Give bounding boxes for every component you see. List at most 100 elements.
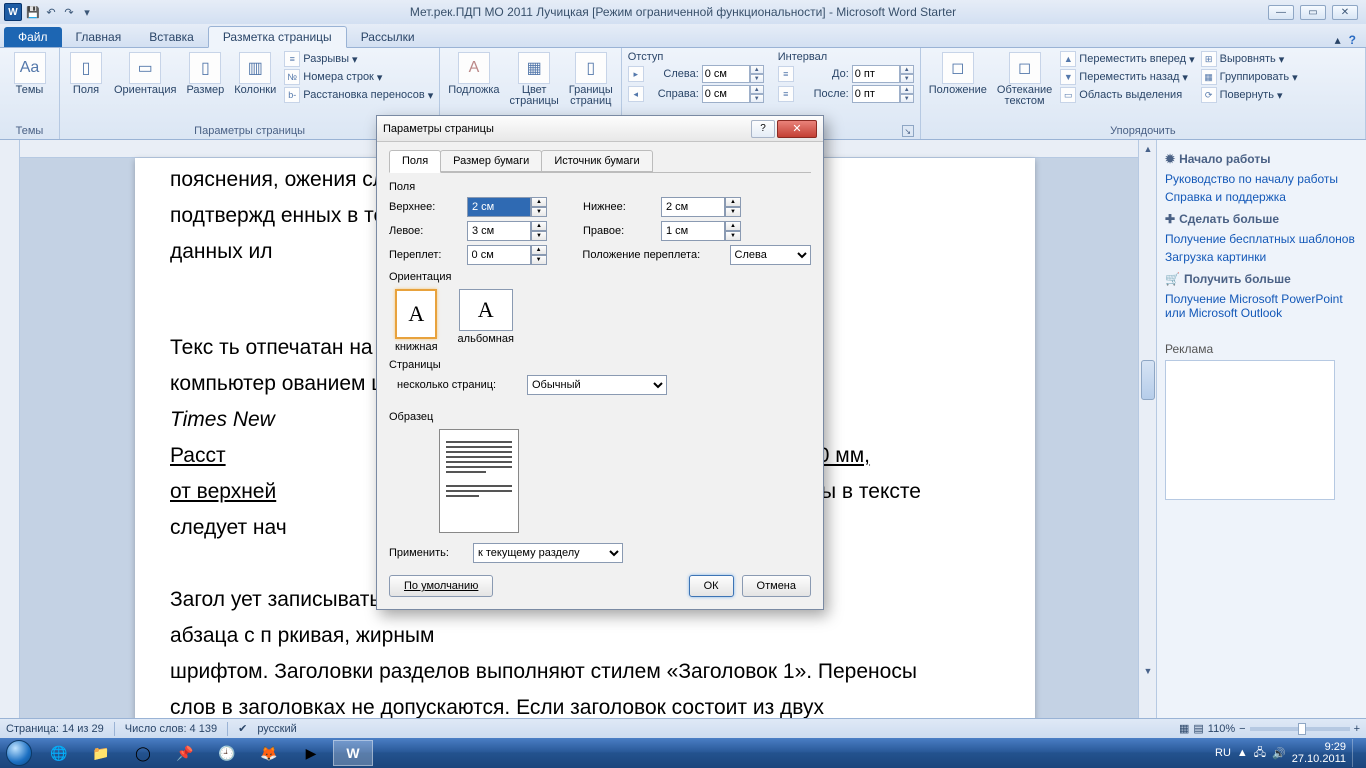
tray-clock[interactable]: 9:2927.10.2011 (1292, 741, 1346, 765)
rotate-button[interactable]: ⟳Повернуть ▾ (1201, 86, 1298, 104)
tab-mailings[interactable]: Рассылки (347, 27, 429, 47)
tab-home[interactable]: Главная (62, 27, 136, 47)
scroll-down-icon[interactable]: ▼ (1139, 662, 1157, 680)
down-icon[interactable]: ▼ (900, 74, 914, 83)
sp-link-office[interactable]: Получение Microsoft PowerPoint или Micro… (1165, 290, 1358, 322)
dialog-help-button[interactable]: ? (751, 120, 775, 138)
cancel-button[interactable]: Отмена (742, 575, 811, 597)
select-apply[interactable]: к текущему разделу (473, 543, 623, 563)
down-icon[interactable]: ▼ (531, 207, 547, 217)
watermark-button[interactable]: AПодложка (446, 50, 501, 98)
position-button[interactable]: ◻Положение (927, 50, 989, 98)
tb-explorer-icon[interactable]: 📁 (81, 740, 121, 766)
indent-right-input[interactable] (702, 85, 750, 103)
line-numbers-button[interactable]: №Номера строк ▾ (284, 68, 433, 86)
tb-firefox-icon[interactable]: 🦊 (249, 740, 289, 766)
save-icon[interactable]: 💾 (26, 5, 40, 19)
up-icon[interactable]: ▲ (750, 65, 764, 74)
wrap-button[interactable]: ◻Обтекание текстом (995, 50, 1054, 109)
close-window-button[interactable]: ✕ (1332, 5, 1358, 20)
up-icon[interactable]: ▲ (531, 245, 547, 255)
down-icon[interactable]: ▼ (750, 74, 764, 83)
default-button[interactable]: По умолчанию (389, 575, 493, 597)
up-icon[interactable]: ▲ (900, 65, 914, 74)
tb-app1-icon[interactable]: ◯ (123, 740, 163, 766)
orient-landscape[interactable]: Aальбомная (458, 289, 514, 353)
orient-portrait[interactable]: Aкнижная (395, 289, 438, 353)
tray-volume-icon[interactable]: 🔊 (1272, 747, 1286, 760)
tray-lang[interactable]: RU (1215, 747, 1231, 759)
up-icon[interactable]: ▲ (531, 221, 547, 231)
indent-left-input[interactable] (702, 65, 750, 83)
down-icon[interactable]: ▼ (531, 231, 547, 241)
group-button[interactable]: ▦Группировать ▾ (1201, 68, 1298, 86)
dlg-tab-paper[interactable]: Размер бумаги (440, 150, 542, 172)
margins-button[interactable]: ▯Поля (66, 50, 106, 98)
spin-left[interactable]: ▲▼ (467, 221, 547, 241)
spin-bottom[interactable]: ▲▼ (661, 197, 741, 217)
status-page[interactable]: Страница: 14 из 29 (6, 723, 104, 735)
tray-flag-icon[interactable]: ▲ (1237, 747, 1248, 759)
status-lang[interactable]: русский (257, 723, 296, 735)
spin-right[interactable]: ▲▼ (661, 221, 741, 241)
tb-pin-icon[interactable]: 📌 (165, 740, 205, 766)
zoom-in-icon[interactable]: + (1354, 723, 1360, 735)
page-borders-button[interactable]: ▯Границы страниц (567, 50, 615, 109)
zoom-slider[interactable] (1250, 727, 1350, 731)
ribbon-minimize-icon[interactable]: ▴ (1335, 33, 1341, 47)
input-top[interactable] (467, 197, 531, 217)
sp-link-help[interactable]: Справка и поддержка (1165, 188, 1358, 206)
view-print-icon[interactable]: ▦ (1179, 722, 1189, 735)
tb-word-icon[interactable]: W (333, 740, 373, 766)
spacing-before-input[interactable] (852, 65, 900, 83)
tab-page-layout[interactable]: Разметка страницы (208, 26, 347, 48)
zoom-out-icon[interactable]: − (1239, 723, 1245, 735)
tray-network-icon[interactable]: 🖧 (1254, 744, 1266, 763)
tab-insert[interactable]: Вставка (135, 27, 208, 47)
sp-link-templates[interactable]: Получение бесплатных шаблонов (1165, 230, 1358, 248)
columns-button[interactable]: ▥Колонки (232, 50, 278, 98)
tb-ie-icon[interactable]: 🌐 (39, 740, 79, 766)
spacing-after-input[interactable] (852, 85, 900, 103)
down-icon[interactable]: ▼ (725, 231, 741, 241)
up-icon[interactable]: ▲ (725, 221, 741, 231)
input-right[interactable] (661, 221, 725, 241)
vertical-scrollbar[interactable]: ▲ ▼ (1138, 140, 1156, 720)
down-icon[interactable]: ▼ (900, 94, 914, 103)
input-left[interactable] (467, 221, 531, 241)
size-button[interactable]: ▯Размер (184, 50, 226, 98)
tab-file[interactable]: Файл (4, 27, 62, 47)
send-back-button[interactable]: ▼Переместить назад ▾ (1060, 68, 1194, 86)
ok-button[interactable]: ОК (689, 575, 734, 597)
zoom-thumb[interactable] (1298, 723, 1306, 735)
down-icon[interactable]: ▼ (725, 207, 741, 217)
breaks-button[interactable]: ≡Разрывы ▾ (284, 50, 433, 68)
dlg-tab-source[interactable]: Источник бумаги (541, 150, 652, 172)
input-gutter[interactable] (467, 245, 531, 265)
help-icon[interactable]: ? (1349, 33, 1356, 47)
dialog-titlebar[interactable]: Параметры страницы ? ✕ (377, 116, 823, 142)
maximize-button[interactable]: ▭ (1300, 5, 1326, 20)
spacing-before-spin[interactable]: ▲▼ (852, 65, 914, 83)
selection-pane-button[interactable]: ▭Область выделения (1060, 86, 1194, 104)
qat-customize-icon[interactable]: ▾ (80, 5, 94, 19)
select-multi[interactable]: Обычный (527, 375, 667, 395)
status-proofing-icon[interactable]: ✔ (238, 722, 247, 735)
select-gutter-pos[interactable]: Слева (730, 245, 811, 265)
show-desktop[interactable] (1352, 739, 1360, 767)
view-web-icon[interactable]: ▤ (1193, 722, 1203, 735)
up-icon[interactable]: ▲ (750, 85, 764, 94)
orientation-button[interactable]: ▭Ориентация (112, 50, 178, 98)
down-icon[interactable]: ▼ (531, 255, 547, 265)
tb-media-icon[interactable]: ▶ (291, 740, 331, 766)
dlg-tab-margins[interactable]: Поля (389, 150, 441, 173)
dialog-close-button[interactable]: ✕ (777, 120, 817, 138)
align-button[interactable]: ⊞Выровнять ▾ (1201, 50, 1298, 68)
start-button[interactable] (0, 738, 38, 768)
minimize-button[interactable]: — (1268, 5, 1294, 20)
sp-link-guide[interactable]: Руководство по началу работы (1165, 170, 1358, 188)
up-icon[interactable]: ▲ (725, 197, 741, 207)
indent-left-spin[interactable]: ▲▼ (702, 65, 764, 83)
down-icon[interactable]: ▼ (750, 94, 764, 103)
tb-clock-icon[interactable]: 🕘 (207, 740, 247, 766)
